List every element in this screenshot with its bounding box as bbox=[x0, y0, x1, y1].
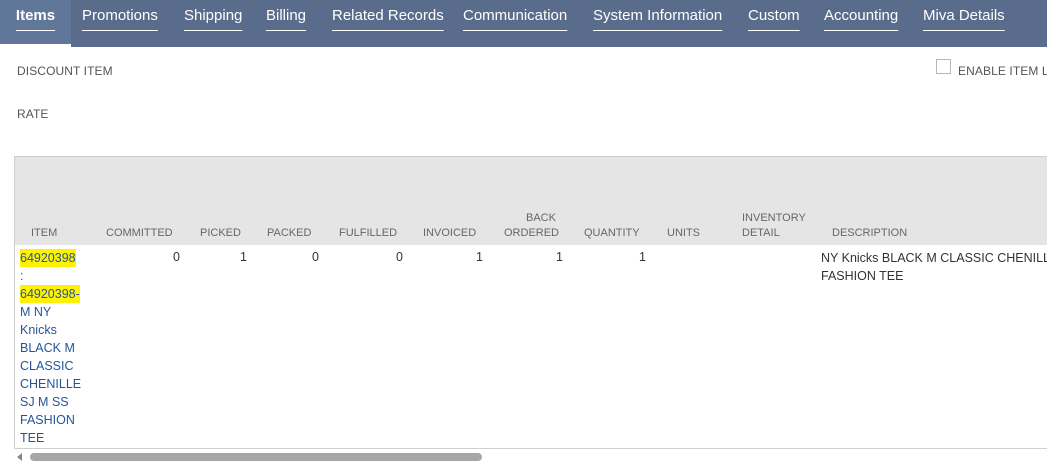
tab-miva-details[interactable]: Miva Details bbox=[923, 0, 1005, 47]
subtab-bar: Items Promotions Shipping Billing Relate… bbox=[0, 0, 1047, 47]
discount-item-label: DISCOUNT ITEM bbox=[17, 64, 113, 78]
tab-shipping[interactable]: Shipping bbox=[184, 0, 242, 47]
col-committed[interactable]: COMMITTED bbox=[106, 226, 173, 241]
description-line: NY Knicks BLACK M CLASSIC CHENILLE SJ bbox=[821, 251, 1047, 265]
rate-label: RATE bbox=[17, 107, 49, 121]
col-description[interactable]: DESCRIPTION bbox=[832, 226, 907, 241]
cell-picked: 1 bbox=[240, 250, 247, 264]
description-line: FASHION TEE bbox=[821, 269, 904, 283]
tab-system-information[interactable]: System Information bbox=[593, 0, 722, 47]
item-line: 64920398- bbox=[20, 285, 80, 303]
item-link[interactable]: 64920398 : 64920398- M NY Knicks BLACK M… bbox=[20, 249, 90, 447]
col-packed[interactable]: PACKED bbox=[267, 226, 311, 241]
item-line: CLASSIC bbox=[20, 359, 74, 373]
tab-custom[interactable]: Custom bbox=[748, 0, 800, 47]
col-quantity[interactable]: QUANTITY bbox=[584, 226, 640, 241]
tab-billing[interactable]: Billing bbox=[266, 0, 306, 47]
items-sublist: ITEM COMMITTED PICKED PACKED FULFILLED I… bbox=[14, 156, 1047, 449]
item-line: BLACK M bbox=[20, 341, 75, 355]
item-line: 64920398 bbox=[20, 249, 76, 267]
col-back-ordered-line2[interactable]: ORDERED bbox=[504, 226, 559, 241]
item-line: SJ M SS bbox=[20, 395, 69, 409]
tab-accounting[interactable]: Accounting bbox=[824, 0, 898, 47]
item-line: FASHION bbox=[20, 413, 75, 427]
item-line: Knicks bbox=[20, 323, 57, 337]
col-inventory-detail-line1[interactable]: INVENTORY bbox=[742, 211, 806, 226]
col-fulfilled[interactable]: FULFILLED bbox=[339, 226, 397, 241]
col-inventory-detail-line2[interactable]: DETAIL bbox=[742, 226, 780, 241]
cell-invoiced: 1 bbox=[476, 250, 483, 264]
cell-description: NY Knicks BLACK M CLASSIC CHENILLE SJ FA… bbox=[821, 249, 1047, 285]
cell-back-ordered: 1 bbox=[556, 250, 563, 264]
cell-quantity: 1 bbox=[639, 250, 646, 264]
item-line: TEE bbox=[20, 431, 45, 445]
horizontal-scrollbar-thumb[interactable] bbox=[30, 453, 482, 461]
tab-promotions[interactable]: Promotions bbox=[82, 0, 158, 47]
cell-packed: 0 bbox=[312, 250, 319, 264]
cell-fulfilled: 0 bbox=[396, 250, 403, 264]
tab-related-records[interactable]: Related Records bbox=[332, 0, 444, 47]
cell-committed: 0 bbox=[173, 250, 180, 264]
sublist-header: ITEM COMMITTED PICKED PACKED FULFILLED I… bbox=[15, 157, 1047, 245]
scroll-left-arrow-icon[interactable] bbox=[17, 453, 22, 461]
item-line: M NY bbox=[20, 305, 52, 319]
col-item[interactable]: ITEM bbox=[31, 226, 57, 241]
col-units[interactable]: UNITS bbox=[667, 226, 700, 241]
enable-item-checkbox[interactable] bbox=[936, 59, 951, 74]
item-line: : bbox=[20, 269, 24, 283]
col-picked[interactable]: PICKED bbox=[200, 226, 241, 241]
col-invoiced[interactable]: INVOICED bbox=[423, 226, 476, 241]
col-back-ordered-line1[interactable]: BACK bbox=[526, 211, 556, 226]
tab-communication[interactable]: Communication bbox=[463, 0, 567, 47]
item-line: CHENILLE bbox=[20, 377, 82, 391]
enable-item-label: ENABLE ITEM LI bbox=[958, 64, 1047, 78]
tab-items[interactable]: Items bbox=[0, 0, 71, 47]
